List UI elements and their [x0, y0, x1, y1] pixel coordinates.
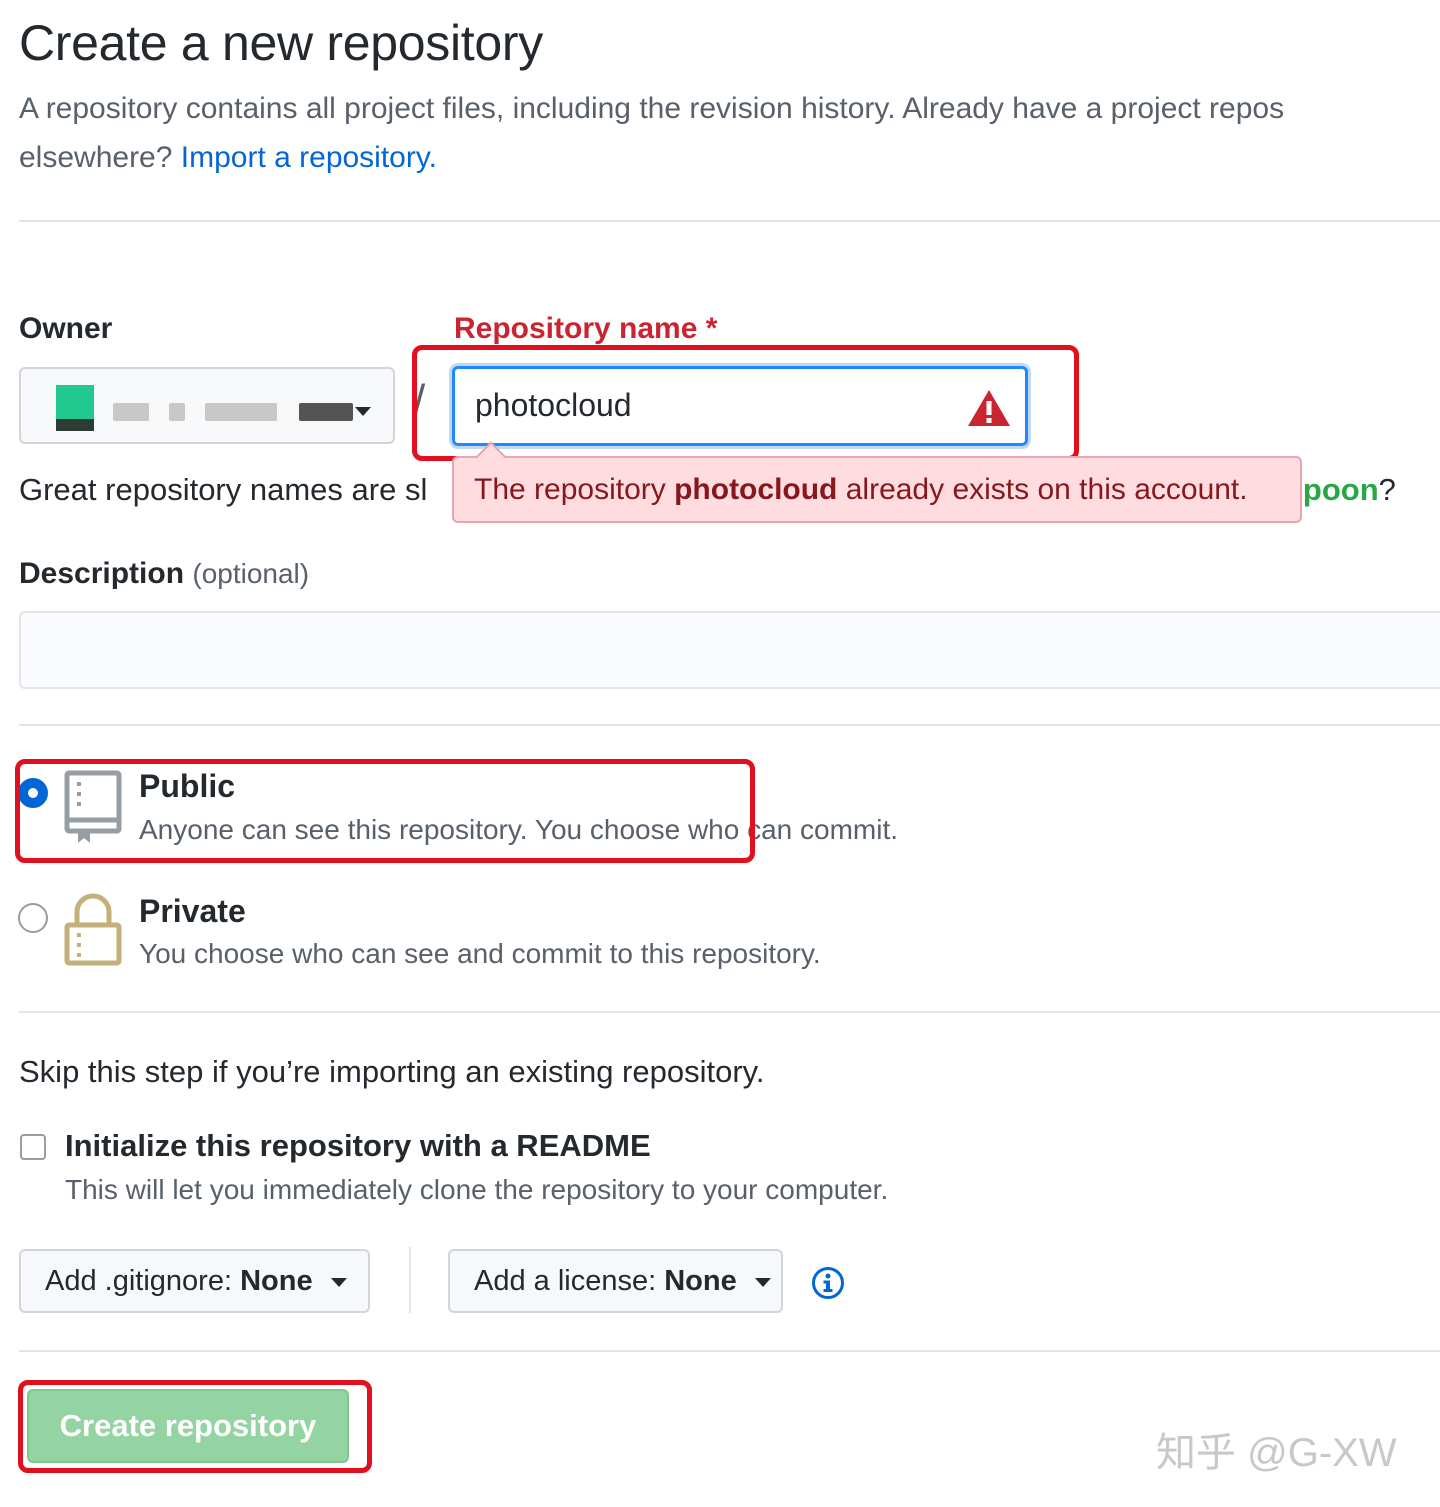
- highlight-box-public: [15, 759, 755, 863]
- private-radio[interactable]: [18, 903, 48, 933]
- chevron-down-icon: [330, 1277, 347, 1287]
- private-option-desc: You choose who can see and commit to thi…: [139, 938, 821, 969]
- owner-select[interactable]: [19, 367, 395, 444]
- highlight-box-create: [18, 1380, 372, 1473]
- avatar: [56, 385, 94, 431]
- redacted-owner-name: [299, 403, 353, 421]
- readme-desc: This will let you immediately clone the …: [65, 1174, 889, 1205]
- chevron-down-icon: [355, 407, 371, 416]
- info-icon[interactable]: [811, 1266, 845, 1305]
- license-select[interactable]: Add a license: None: [448, 1249, 783, 1313]
- repository-name-label: Repository name *: [454, 312, 718, 345]
- divider: [19, 724, 1440, 726]
- description-label: Description (optional): [19, 557, 310, 590]
- error-repo-name: photocloud: [674, 473, 838, 506]
- select-separator: [409, 1247, 411, 1313]
- divider: [19, 220, 1440, 222]
- intro-prefix: elsewhere?: [19, 141, 181, 174]
- description-input[interactable]: [19, 611, 1440, 689]
- watermark: 知乎 @G-XW: [1156, 1431, 1397, 1475]
- chevron-down-icon: [754, 1277, 771, 1287]
- redacted-owner-name: [113, 403, 149, 421]
- divider: [19, 1011, 1440, 1013]
- lock-icon: [64, 893, 122, 972]
- page-title: Create a new repository: [19, 15, 543, 71]
- readme-checkbox[interactable]: [20, 1134, 46, 1160]
- intro-line-2: elsewhere? Import a repository.: [19, 133, 1440, 182]
- owner-label: Owner: [19, 312, 113, 345]
- readme-label[interactable]: Initialize this repository with a README: [65, 1128, 651, 1164]
- redacted-owner-name: [169, 403, 185, 421]
- divider: [19, 1350, 1440, 1352]
- gitignore-select[interactable]: Add .gitignore: None: [19, 1249, 370, 1313]
- skip-step-text: Skip this step if you’re importing an ex…: [19, 1054, 765, 1089]
- redacted-owner-name: [205, 403, 277, 421]
- required-mark: *: [705, 312, 718, 345]
- private-option-title: Private: [139, 893, 246, 929]
- error-tooltip: The repository photocloud already exists…: [452, 456, 1302, 523]
- page-intro: A repository contains all project files,…: [19, 84, 1440, 182]
- import-repository-link[interactable]: Import a repository.: [181, 141, 437, 174]
- optional-note: (optional): [192, 558, 310, 589]
- intro-line-1: A repository contains all project files,…: [19, 92, 1285, 125]
- highlight-box-repo-name: [412, 345, 1079, 461]
